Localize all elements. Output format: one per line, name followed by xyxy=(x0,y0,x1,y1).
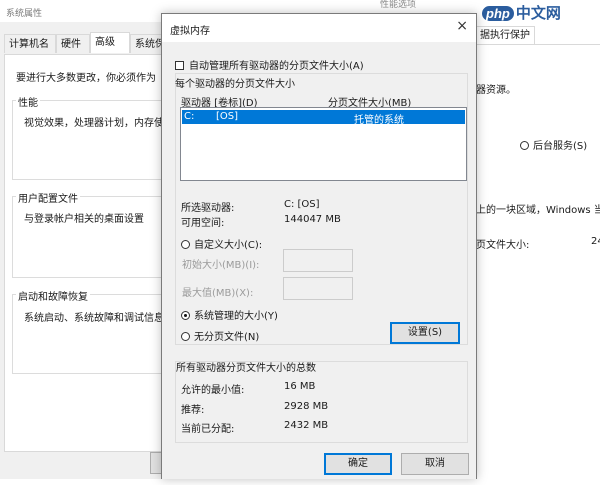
no-paging-label: 无分页文件(N) xyxy=(194,332,260,343)
perfopts-paging-size-value: 24 xyxy=(591,236,600,247)
recommended-value: 2928 MB xyxy=(284,401,329,412)
checkbox-icon xyxy=(175,61,184,70)
per-drive-group-title: 每个驱动器的分页文件大小 xyxy=(175,79,295,90)
system-managed-label: 系统管理的大小(Y) xyxy=(194,311,278,322)
currently-allocated-value: 2432 MB xyxy=(284,420,329,431)
selected-drive-value: C: [OS] xyxy=(284,199,320,210)
auto-manage-checkbox[interactable]: 自动管理所有驱动器的分页文件大小(A) xyxy=(175,57,364,72)
recommended-label: 推荐: xyxy=(181,405,205,416)
vm-titlebar: 虚拟内存 × xyxy=(162,14,476,42)
tab-advanced[interactable]: 高级 xyxy=(90,32,130,53)
perfopts-paging-size-label: 页文件大小: xyxy=(476,240,530,251)
cancel-button[interactable]: 取消 xyxy=(401,453,469,475)
performance-group-desc: 视觉效果，处理器计划，内存使 xyxy=(24,118,164,129)
auto-manage-label: 自动管理所有驱动器的分页文件大小(A) xyxy=(189,61,364,72)
no-paging-radio[interactable]: 无分页文件(N) xyxy=(181,328,259,343)
drive-letter: C: xyxy=(184,111,195,122)
admin-intro-text: 要进行大多数更改，你必须作为 xyxy=(16,73,156,84)
min-allowed-label: 允许的最小值: xyxy=(181,385,245,396)
php-logo-icon: php xyxy=(482,6,514,21)
system-managed-radio[interactable]: 系统管理的大小(Y) xyxy=(181,307,278,322)
currently-allocated-label: 当前已分配: xyxy=(181,424,235,435)
max-size-input[interactable] xyxy=(283,277,353,300)
tab-computer-name[interactable]: 计算机名 xyxy=(4,34,56,53)
free-space-label: 可用空间: xyxy=(181,218,225,229)
drive-list[interactable]: C: [OS] 托管的系统 xyxy=(180,107,467,181)
tab-data-execution-prevention[interactable]: 据执行保护 xyxy=(475,26,535,45)
initial-size-input[interactable] xyxy=(283,249,353,272)
free-space-value: 144047 MB xyxy=(284,214,341,225)
user-profiles-group xyxy=(12,196,172,278)
watermark-text: 中文网 xyxy=(515,5,561,22)
radio-icon xyxy=(181,240,190,249)
php-cn-watermark: php 中文网 xyxy=(482,2,561,23)
close-icon[interactable]: × xyxy=(456,18,468,34)
sysprops-title: 系统属性 xyxy=(6,9,43,19)
tab-hardware[interactable]: 硬件 xyxy=(56,34,90,53)
perfopts-title: 性能选项 xyxy=(380,0,417,10)
startup-recovery-group-title: 启动和故障恢复 xyxy=(16,288,90,303)
max-size-label: 最大值(MB)(X): xyxy=(182,288,254,299)
radio-icon xyxy=(181,332,190,341)
custom-size-label: 自定义大小(C): xyxy=(194,240,263,251)
startup-recovery-group-desc: 系统启动、系统故障和调试信息 xyxy=(24,313,164,324)
performance-group-title: 性能 xyxy=(16,94,40,109)
user-profiles-group-title: 用户配置文件 xyxy=(16,190,80,205)
custom-size-radio[interactable]: 自定义大小(C): xyxy=(181,236,262,251)
background-services-radio[interactable]: 后台服务(S) xyxy=(520,137,587,152)
performance-group xyxy=(12,100,172,180)
drive-paging-size: 托管的系统 xyxy=(354,115,404,126)
perfopts-virtual-memory-desc: 上的一块区域，Windows 当作 xyxy=(476,205,600,216)
ok-button[interactable]: 确定 xyxy=(324,453,392,475)
total-size-group-title: 所有驱动器分页文件大小的总数 xyxy=(176,363,316,374)
radio-icon xyxy=(520,141,529,150)
vm-title: 虚拟内存 xyxy=(170,26,210,37)
background-services-label: 后台服务(S) xyxy=(533,141,588,152)
initial-size-label: 初始大小(MB)(I): xyxy=(182,260,260,271)
radio-selected-icon xyxy=(181,311,190,320)
tab-system-protection[interactable]: 系统保 xyxy=(130,34,162,53)
startup-recovery-group xyxy=(12,294,172,374)
drive-row-c[interactable]: C: [OS] 托管的系统 xyxy=(182,110,465,126)
min-allowed-value: 16 MB xyxy=(284,381,316,392)
virtual-memory-dialog: 虚拟内存 × 自动管理所有驱动器的分页文件大小(A) 每个驱动器的分页文件大小 … xyxy=(161,13,477,479)
user-profiles-group-desc: 与登录帐户相关的桌面设置 xyxy=(24,214,144,225)
selected-drive-label: 所选驱动器: xyxy=(181,203,235,214)
drive-volume-label: [OS] xyxy=(216,111,239,122)
set-button[interactable]: 设置(S) xyxy=(390,322,460,344)
perfopts-resources-text: 器资源。 xyxy=(476,85,516,96)
